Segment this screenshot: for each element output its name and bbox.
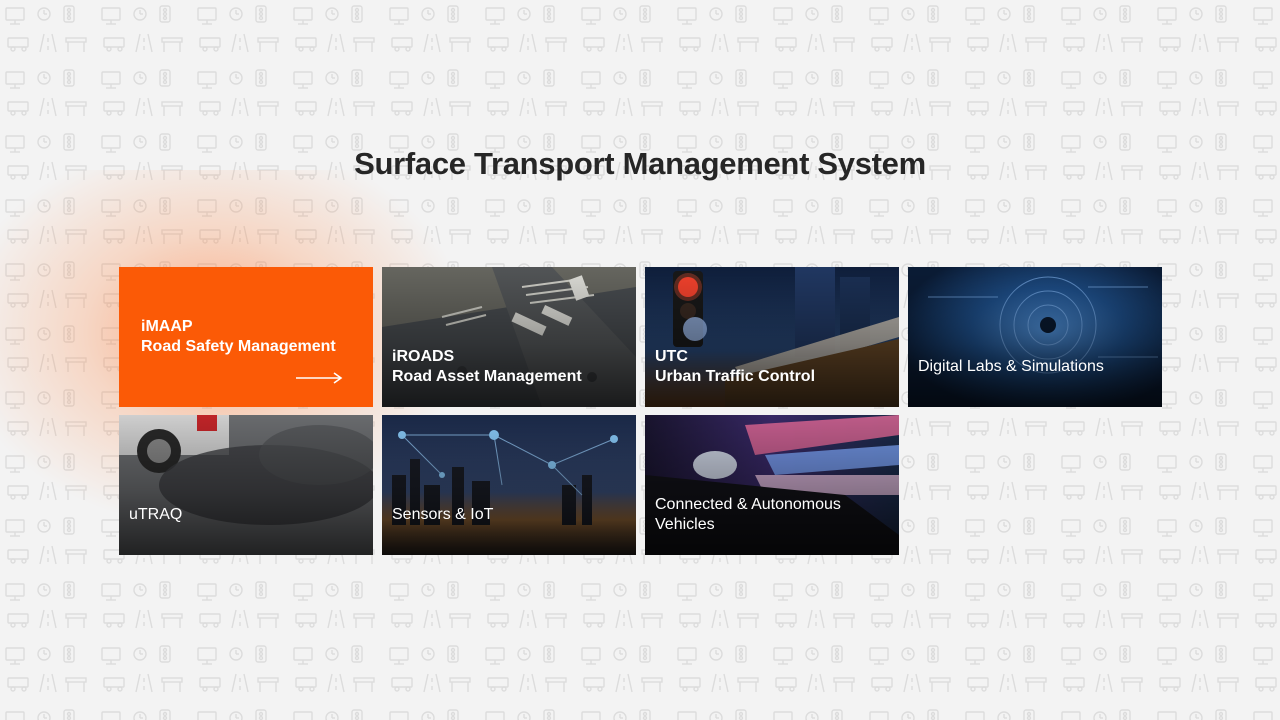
tile-subtitle: Urban Traffic Control [655,368,816,385]
tile-title: UTC [655,348,688,365]
tile-title: Connected & Autonomous [655,496,841,513]
tile-shade [908,267,1162,407]
tile-digital-labs[interactable]: Digital Labs & Simulations [908,267,1162,407]
tile-sensors-iot[interactable]: Sensors & IoT [382,415,636,555]
tile-shade [119,415,373,555]
tile-connected-autonomous-vehicles[interactable]: Connected & Autonomous Vehicles [645,415,899,555]
tile-label: Sensors & IoT [392,505,626,525]
tile-subtitle: Vehicles [655,516,715,533]
tile-label: Connected & Autonomous Vehicles [655,495,889,535]
tile-title: iMAAP [141,318,193,335]
tile-subtitle: Road Safety Management [141,338,336,355]
tile-title: Sensors & IoT [392,506,494,523]
tile-title: Digital Labs & Simulations [918,358,1104,375]
page-title: Surface Transport Management System [354,146,926,181]
tile-utc[interactable]: UTC Urban Traffic Control [645,267,899,407]
tile-label: Digital Labs & Simulations [918,357,1152,377]
tile-shade [382,415,636,555]
tile-label: UTC Urban Traffic Control [655,347,889,387]
tile-subtitle: Road Asset Management [392,368,582,385]
tile-label: iROADS Road Asset Management [392,347,626,387]
tile-label: iMAAP Road Safety Management [141,317,363,357]
arrow-right-icon[interactable] [295,371,343,385]
tile-title: uTRAQ [129,506,183,523]
tile-title: iROADS [392,348,455,365]
tile-imaap[interactable]: iMAAP Road Safety Management [119,267,373,407]
tile-utraq[interactable]: uTRAQ [119,415,373,555]
tile-iroads[interactable]: iROADS Road Asset Management [382,267,636,407]
tile-label: uTRAQ [129,505,363,525]
